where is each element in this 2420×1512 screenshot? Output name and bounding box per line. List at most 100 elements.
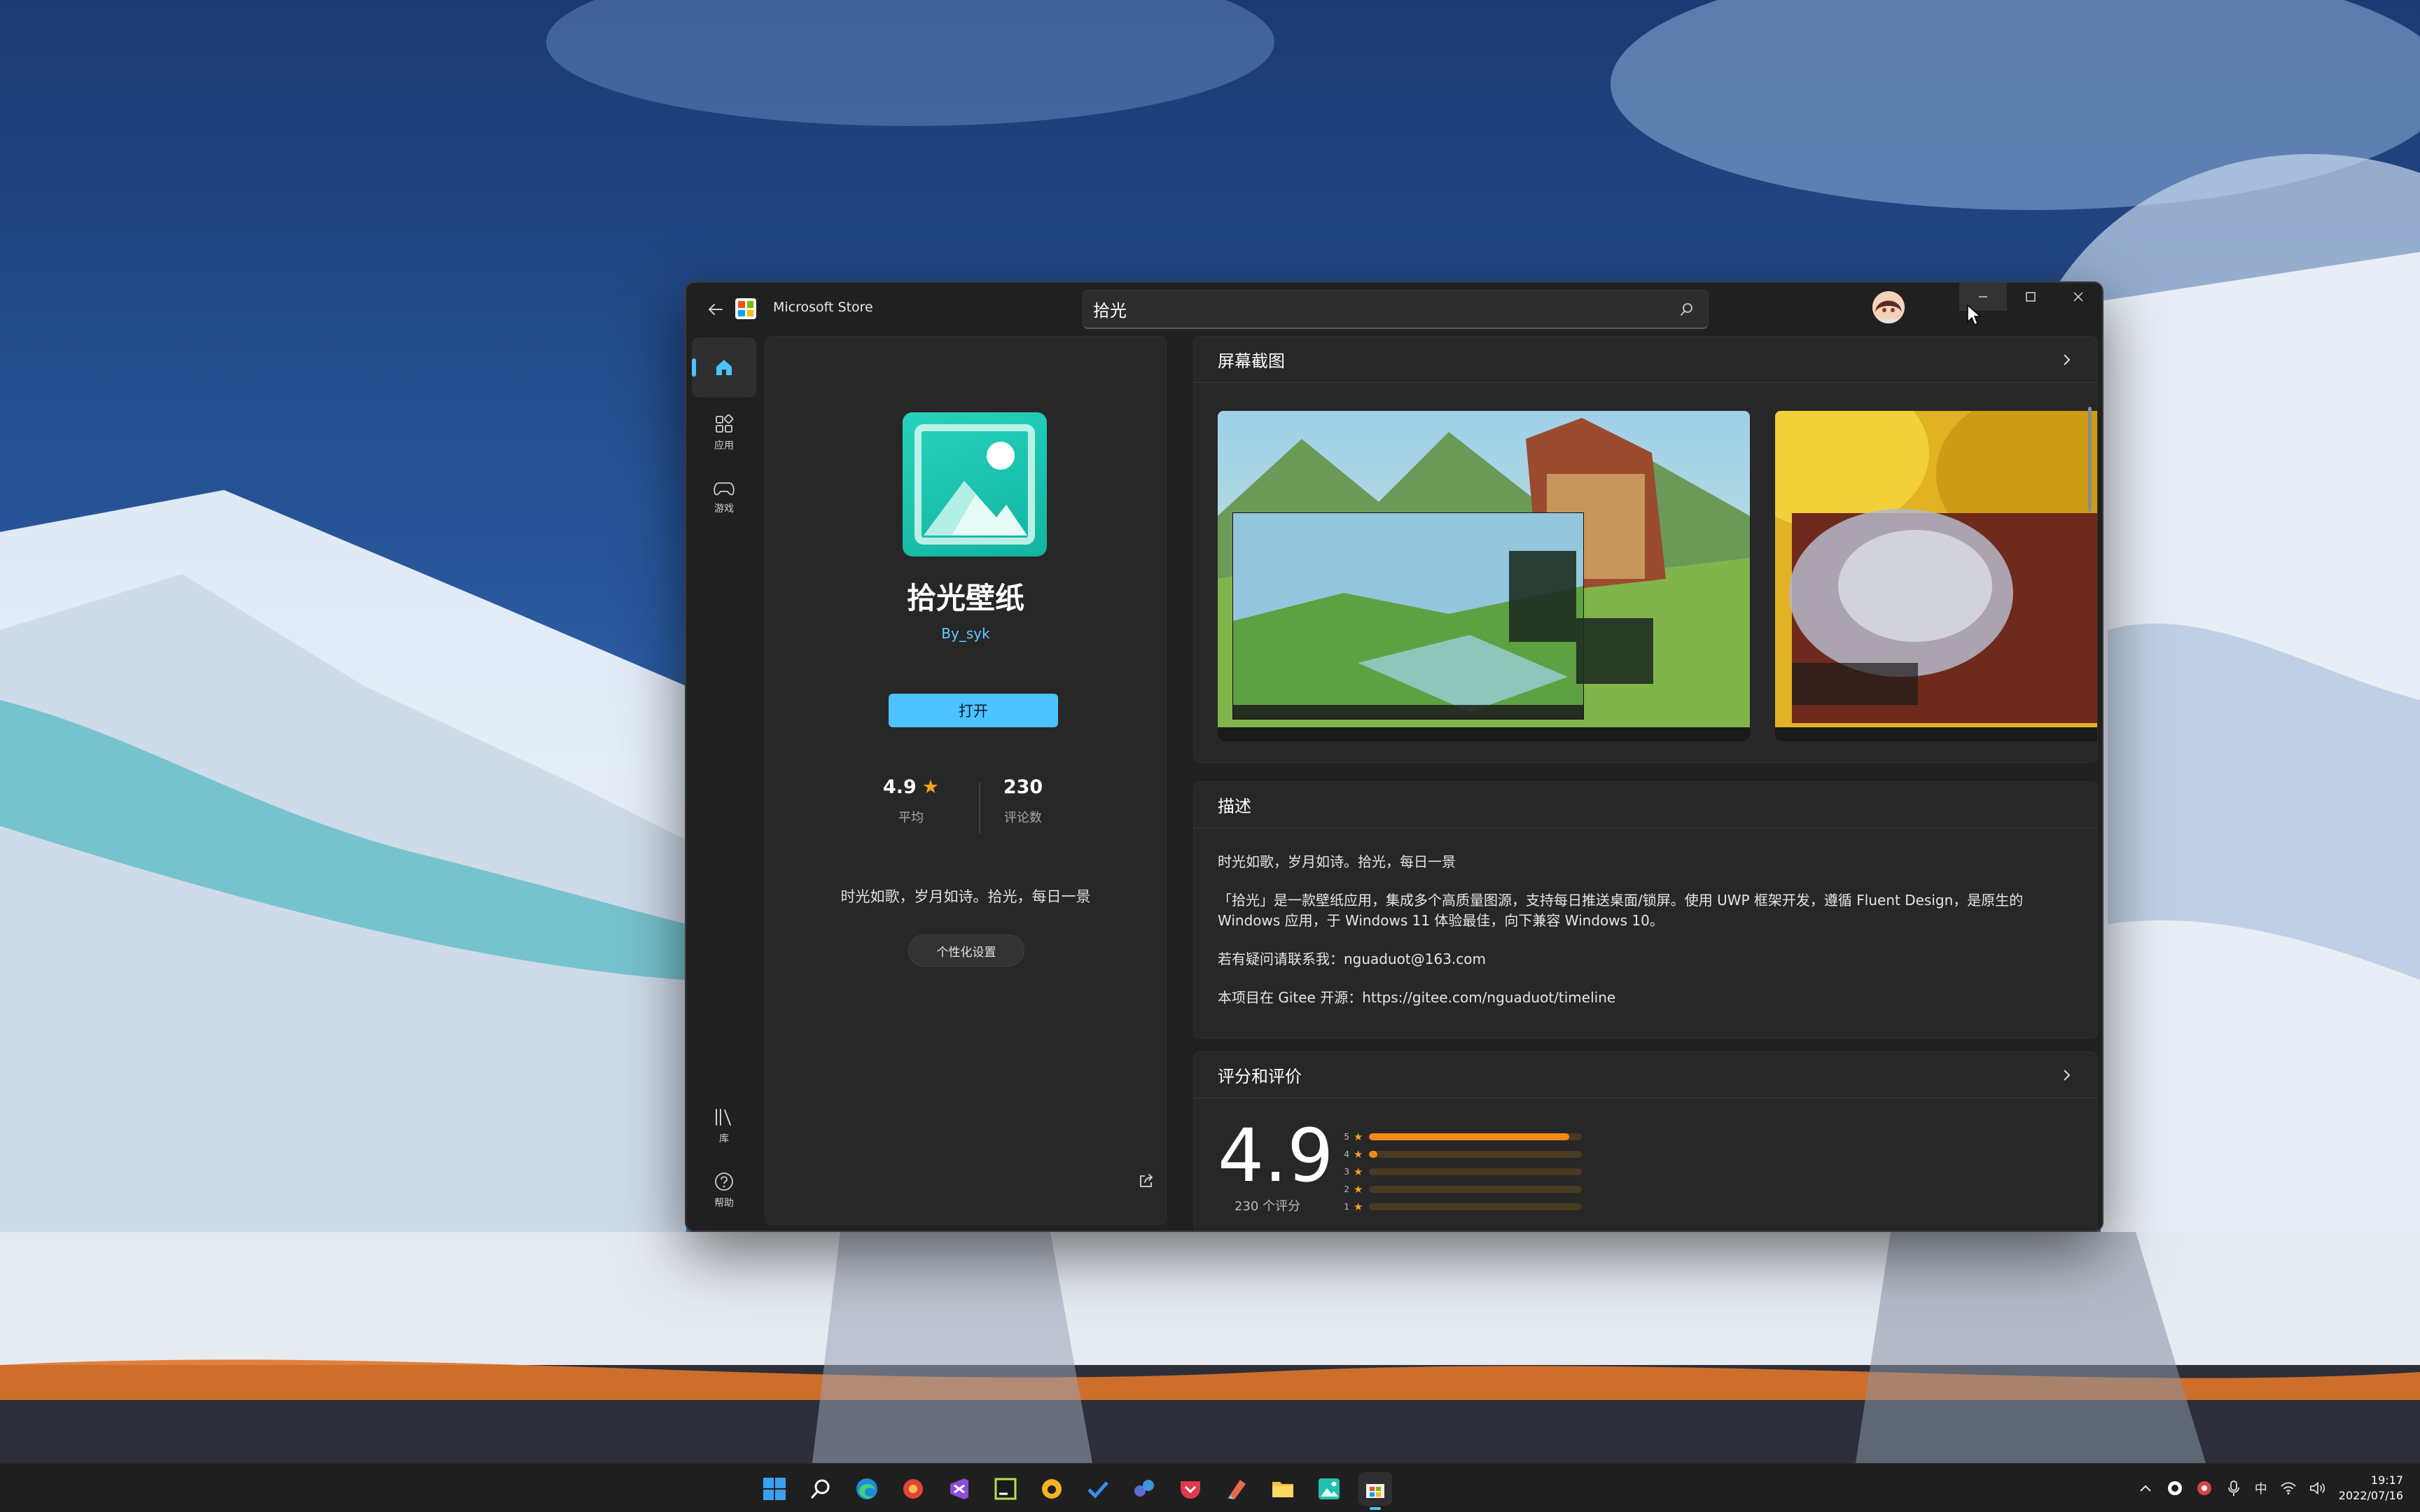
nav-item-games[interactable]: 游戏	[692, 468, 756, 528]
pocket-icon	[1181, 1481, 1200, 1499]
maximize-button[interactable]	[2007, 283, 2054, 311]
system-tray: 中 19:17 2022/07/16	[2137, 1464, 2403, 1512]
taskbar-ide[interactable]	[989, 1472, 1022, 1506]
nav-item-help[interactable]: 帮助	[692, 1161, 756, 1221]
share-button[interactable]	[1134, 1168, 1159, 1194]
rating-bar-row: 4 ★	[1340, 1145, 1592, 1163]
taskbar-edge[interactable]	[850, 1472, 884, 1506]
input-method-indicator[interactable]: 中	[2255, 1479, 2267, 1497]
rating-bar-stars-label: 1	[1344, 1201, 1349, 1212]
rating-bar-track	[1369, 1185, 1582, 1193]
screenshot-thumbnail[interactable]	[1775, 411, 2097, 741]
star-icon: ★	[1354, 1165, 1363, 1178]
apps-icon	[716, 414, 734, 433]
nav-item-apps[interactable]: 应用	[692, 403, 756, 463]
nav-label-games: 游戏	[714, 503, 734, 514]
rating-bar-track	[1369, 1203, 1582, 1210]
store-logo-icon	[735, 298, 756, 319]
search-box[interactable]	[1083, 290, 1709, 329]
music-icon	[1042, 1479, 1062, 1499]
taskbar: 中 19:17 2022/07/16	[0, 1463, 2420, 1512]
ratings-title: 评分和评价	[1218, 1067, 1302, 1086]
app-author-link[interactable]: By_syk	[765, 625, 1166, 642]
ratings-header[interactable]: 评分和评价	[1194, 1052, 2097, 1098]
taskbar-paint[interactable]	[1220, 1472, 1253, 1506]
nav-label-library: 库	[719, 1133, 729, 1144]
screenshot-image	[1775, 411, 2097, 741]
description-paragraph: 本项目在 Gitee 开源：https://gitee.com/nguaduot…	[1218, 989, 1616, 1006]
checkmark-icon	[1087, 1481, 1108, 1499]
search-icon[interactable]	[1676, 298, 1698, 321]
taskbar-visual-studio[interactable]	[943, 1472, 976, 1506]
wifi-icon[interactable]	[2280, 1480, 2297, 1497]
star-icon: ★	[1354, 1130, 1363, 1143]
chevron-right-icon[interactable]	[2058, 351, 2075, 368]
store-window: Microsoft Store 拾光 应用 游戏 库 帮助 拾光壁纸 By_sy…	[685, 281, 2103, 1232]
rating-bar-stars-label: 2	[1344, 1184, 1349, 1194]
minimize-icon	[1979, 296, 1987, 298]
rating-bar-row: 3 ★	[1340, 1163, 1592, 1180]
taskbar-file-explorer[interactable]	[1266, 1472, 1300, 1506]
microphone-icon[interactable]	[2225, 1480, 2242, 1497]
close-button[interactable]	[2054, 283, 2102, 311]
taskbar-pocket[interactable]	[1174, 1472, 1207, 1506]
search-input[interactable]	[1093, 299, 1676, 319]
taskbar-photos[interactable]	[1312, 1472, 1346, 1506]
chevron-up-icon[interactable]	[2137, 1480, 2154, 1497]
chevron-right-icon[interactable]	[2058, 1067, 2075, 1084]
rating-bar-track	[1369, 1168, 1582, 1175]
description-header: 描述	[1194, 782, 2097, 828]
rating-bar-track	[1369, 1133, 1582, 1140]
description-title: 描述	[1218, 797, 1251, 816]
taskbar-todo[interactable]	[1081, 1472, 1115, 1506]
screenshots-scrollbar[interactable]	[2088, 407, 2092, 512]
nav-item-home[interactable]	[692, 337, 756, 398]
volume-icon[interactable]	[2309, 1480, 2326, 1497]
taskbar-microsoft-store[interactable]	[1358, 1472, 1392, 1510]
category-tag[interactable]: 个性化设置	[908, 934, 1024, 967]
chat-icon	[1134, 1480, 1154, 1497]
app-tray-icon[interactable]	[2196, 1480, 2213, 1497]
nav-item-library[interactable]: 库	[692, 1096, 756, 1156]
star-icon: ★	[922, 776, 940, 798]
folder-icon	[1272, 1482, 1293, 1497]
nav-rail: 应用 游戏 库 帮助	[686, 333, 760, 1231]
ide-icon	[994, 1478, 1017, 1500]
star-icon: ★	[1354, 1147, 1363, 1161]
nav-label-apps: 应用	[714, 440, 734, 451]
user-avatar[interactable]	[1872, 291, 1905, 323]
title-bar: Microsoft Store	[686, 283, 2102, 333]
description-body: 时光如歌，岁月如诗。拾光，每日一景 「拾光」是一款壁纸应用，集成多个高质量图源，…	[1194, 828, 2097, 1008]
open-button[interactable]: 打开	[889, 694, 1058, 727]
store-icon	[1366, 1484, 1384, 1498]
app-tray-icon[interactable]	[2167, 1480, 2183, 1497]
screenshot-thumbnail[interactable]	[1218, 411, 1750, 741]
app-stats: 4.9 ★ 平均 230 评论数	[765, 776, 1166, 832]
maximize-icon	[2026, 292, 2036, 302]
rating-bar-row: 1 ★	[1340, 1198, 1592, 1215]
app-icon	[903, 412, 1047, 556]
windows-logo-icon	[763, 1478, 786, 1500]
taskbar-music[interactable]	[1035, 1472, 1069, 1506]
rating-bar-fill	[1369, 1133, 1569, 1140]
clock[interactable]: 19:17 2022/07/16	[2339, 1473, 2403, 1504]
taskbar-teams[interactable]	[1127, 1472, 1161, 1506]
rating-distribution: 5 ★ 4 ★ 3 ★ 2 ★ 1 ★	[1340, 1128, 1592, 1215]
rating-count: 230 个评分	[1235, 1199, 1301, 1214]
taskbar-browser[interactable]	[896, 1472, 930, 1506]
nav-label-help: 帮助	[714, 1198, 734, 1209]
edge-icon	[856, 1478, 877, 1499]
description-section: 描述 时光如歌，岁月如诗。拾光，每日一景 「拾光」是一款壁纸应用，集成多个高质量…	[1193, 781, 2098, 1039]
screenshots-header[interactable]: 屏幕截图	[1194, 337, 2097, 383]
start-button[interactable]	[758, 1472, 791, 1506]
landscape-icon	[915, 424, 1035, 545]
taskbar-search-button[interactable]	[804, 1472, 837, 1506]
average-rating-value: 4.9	[882, 776, 917, 798]
paint-icon	[1228, 1480, 1246, 1499]
stats-divider	[979, 782, 980, 834]
clock-time: 19:17	[2370, 1474, 2403, 1487]
star-icon: ★	[1354, 1182, 1363, 1196]
rating-bar-row: 2 ★	[1340, 1180, 1592, 1198]
app-tagline: 时光如歌，岁月如诗。拾光，每日一景	[840, 888, 1091, 905]
back-button[interactable]	[699, 295, 732, 323]
